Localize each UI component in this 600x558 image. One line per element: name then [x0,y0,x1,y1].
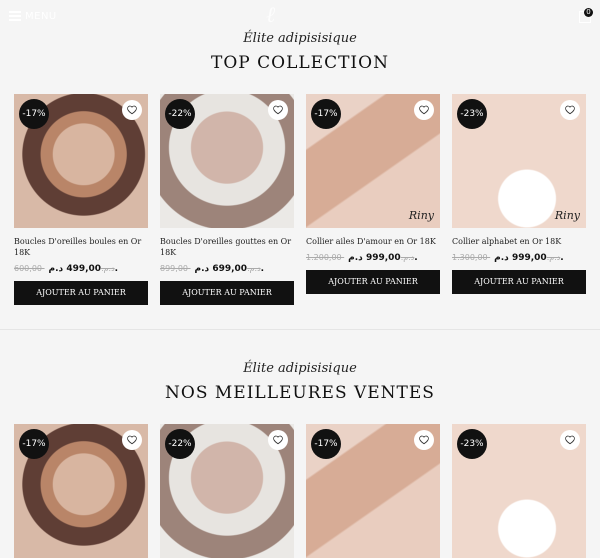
product-price: 1.200,00 د.م.999,00 د.م. [306,252,440,264]
add-to-cart-button[interactable]: AJOUTER AU PANIER [14,281,148,305]
product-image[interactable]: -22% [160,94,294,228]
product-image[interactable]: -22% [160,424,294,558]
section-subtitle: Élite adipisisique [243,361,357,376]
product-card[interactable]: -17% Riny Collier ailes D'amour en Or 18… [306,94,440,294]
wishlist-heart-icon[interactable] [268,430,288,450]
product-image[interactable]: -23% [452,424,586,558]
discount-badge: -23% [457,429,487,459]
product-name[interactable]: Collier ailes D'amour en Or 18K [306,236,440,247]
section-divider [0,329,600,330]
discount-badge: -17% [311,99,341,129]
product-card[interactable]: -23% [452,424,586,558]
product-name[interactable]: Boucles D'oreilles boules en Or 18K [14,236,148,258]
product-card[interactable]: -22% [160,424,294,558]
product-card[interactable]: -17% [14,424,148,558]
product-name[interactable]: Collier alphabet en Or 18K [452,236,586,247]
product-image[interactable]: -23% Riny [452,94,586,228]
discount-badge: -22% [165,429,195,459]
product-image[interactable]: -17% [14,424,148,558]
product-price: 600,00 د.م.499,00 د.م. [14,263,148,275]
menu-label[interactable]: MENU [25,11,57,22]
cart-count-badge: 0 [584,8,593,17]
wishlist-heart-icon[interactable] [560,430,580,450]
wishlist-heart-icon[interactable] [414,100,434,120]
wishlist-heart-icon[interactable] [414,430,434,450]
discount-badge: -22% [165,99,195,129]
product-name[interactable]: Boucles D'oreilles gouttes en Or 18K [160,236,294,258]
product-image[interactable]: -17% [306,424,440,558]
product-card[interactable]: -17% Boucles D'oreilles boules en Or 18K… [14,94,148,305]
section-title: TOP COLLECTION [211,53,389,73]
brand-logo[interactable]: ℓ [266,2,298,30]
add-to-cart-button[interactable]: AJOUTER AU PANIER [160,281,294,305]
menu-icon[interactable] [9,11,21,21]
cart-icon[interactable]: 0 [579,8,593,23]
brand-signature: Riny [554,209,580,222]
discount-badge: -17% [311,429,341,459]
add-to-cart-button[interactable]: AJOUTER AU PANIER [452,270,586,294]
product-card[interactable]: -22% Boucles D'oreilles gouttes en Or 18… [160,94,294,305]
product-image[interactable]: -17% [14,94,148,228]
discount-badge: -17% [19,429,49,459]
wishlist-heart-icon[interactable] [122,430,142,450]
discount-badge: -23% [457,99,487,129]
add-to-cart-button[interactable]: AJOUTER AU PANIER [306,270,440,294]
section-title: NOS MEILLEURES VENTES [165,383,435,403]
section-subtitle: Élite adipisisique [243,31,357,46]
site-header: MENU ℓ 0 [0,0,600,34]
brand-signature: Riny [408,209,434,222]
wishlist-heart-icon[interactable] [268,100,288,120]
wishlist-heart-icon[interactable] [122,100,142,120]
product-card[interactable]: -23% Riny Collier alphabet en Or 18K 1.3… [452,94,586,294]
product-card[interactable]: -17% [306,424,440,558]
product-price: 1.300,00 د.م.999,00 د.م. [452,252,586,264]
wishlist-heart-icon[interactable] [560,100,580,120]
product-image[interactable]: -17% Riny [306,94,440,228]
discount-badge: -17% [19,99,49,129]
product-price: 899,00 د.م.699,00 د.م. [160,263,294,275]
